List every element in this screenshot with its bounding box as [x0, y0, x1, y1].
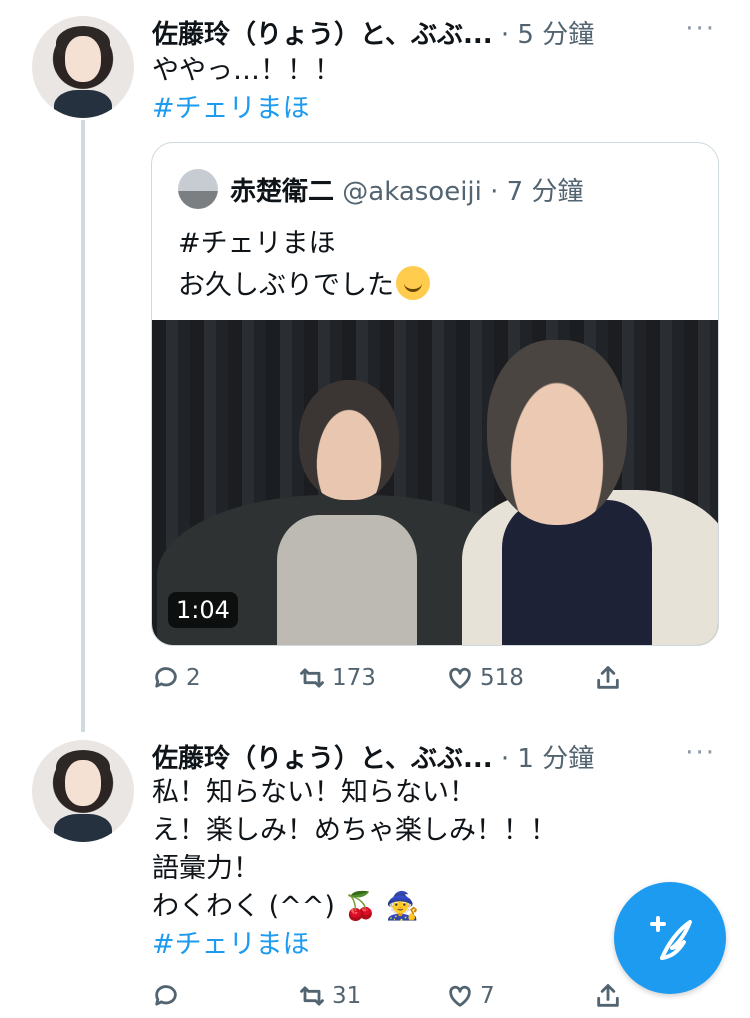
tweet-text-line: 語彙力！ [152, 853, 260, 884]
mage-emoji-icon: 🧙 [385, 891, 420, 922]
like-count: 518 [480, 665, 524, 691]
quote-avatar [178, 169, 218, 209]
tweet-text: ややっ…！！！ [152, 55, 341, 86]
quote-handle: @akasoeiji [342, 177, 482, 207]
heart-icon [449, 667, 471, 689]
tweet-header: 佐藤玲（りょう）と、ぶぶ... · 1 分鐘 [152, 738, 594, 775]
author-name[interactable]: 佐藤玲（りょう）と、ぶぶ... [152, 20, 493, 50]
reply-button[interactable]: 2 [152, 658, 201, 698]
tweet-actions: 31 7 [152, 976, 632, 1016]
share-icon [597, 666, 619, 689]
quote-text-line: お久しぶりでした [178, 270, 394, 301]
person-right [462, 320, 718, 645]
tweet-text-line: 私！知らない！知らない！ [152, 777, 476, 808]
quote-header: 赤楚衛二 @akasoeiji · 7 分鐘 [230, 171, 583, 208]
reply-button[interactable] [152, 976, 186, 1016]
reply-icon [155, 985, 177, 1006]
person-left [157, 380, 537, 645]
author-name[interactable]: 佐藤玲（りょう）と、ぶぶ... [152, 744, 493, 774]
tweet-header: 佐藤玲（りょう）と、ぶぶ... · 5 分鐘 [152, 14, 594, 51]
quote-hashtag: #チェリまほ [178, 228, 336, 259]
video-thumbnail[interactable]: 1:04 [152, 320, 718, 645]
share-button[interactable] [594, 976, 622, 1016]
retweet-button[interactable]: 173 [298, 658, 376, 698]
retweet-button[interactable]: 31 [298, 976, 361, 1016]
quote-timestamp: · 7 分鐘 [490, 177, 584, 207]
retweet-count: 31 [332, 983, 362, 1009]
hashtag-link[interactable]: #チェリまほ [152, 926, 310, 964]
retweet-icon [300, 668, 324, 688]
heart-icon [449, 985, 471, 1007]
like-button[interactable]: 7 [446, 976, 495, 1016]
hashtag-link[interactable]: #チェリまほ [152, 90, 310, 128]
retweet-count: 173 [332, 665, 376, 691]
quoted-tweet[interactable]: 赤楚衛二 @akasoeiji · 7 分鐘 #チェリまほ お久しぶりでした 1… [151, 142, 719, 646]
like-count: 7 [480, 983, 495, 1009]
like-button[interactable]: 518 [446, 658, 524, 698]
avatar[interactable] [32, 740, 134, 842]
tweet-text-line: え！楽しみ！めちゃ楽しみ！！！ [152, 815, 557, 846]
quote-text: #チェリまほ お久しぶりでした [178, 223, 430, 307]
timestamp[interactable]: · 5 分鐘 [501, 20, 594, 50]
more-options-icon[interactable]: ··· [685, 14, 716, 44]
thread-line [81, 120, 85, 732]
reply-icon [155, 667, 177, 688]
tweet-text-line: わくわく (^^) 🍒 🧙 [152, 891, 420, 922]
tweet-actions: 2 173 518 [152, 658, 632, 698]
share-button[interactable] [594, 658, 622, 698]
reply-count: 2 [186, 665, 201, 691]
video-duration-badge: 1:04 [168, 592, 238, 628]
smiling-face-icon [396, 266, 430, 300]
more-options-icon[interactable]: ··· [685, 738, 716, 768]
share-icon [597, 984, 619, 1007]
compose-tweet-button[interactable] [614, 882, 726, 994]
compose-feather-icon [650, 916, 692, 960]
retweet-icon [300, 986, 324, 1006]
cherry-emoji-icon: 🍒 [343, 891, 378, 922]
timestamp[interactable]: · 1 分鐘 [501, 744, 594, 774]
avatar[interactable] [32, 16, 134, 118]
quote-author-name: 赤楚衛二 [230, 177, 335, 207]
